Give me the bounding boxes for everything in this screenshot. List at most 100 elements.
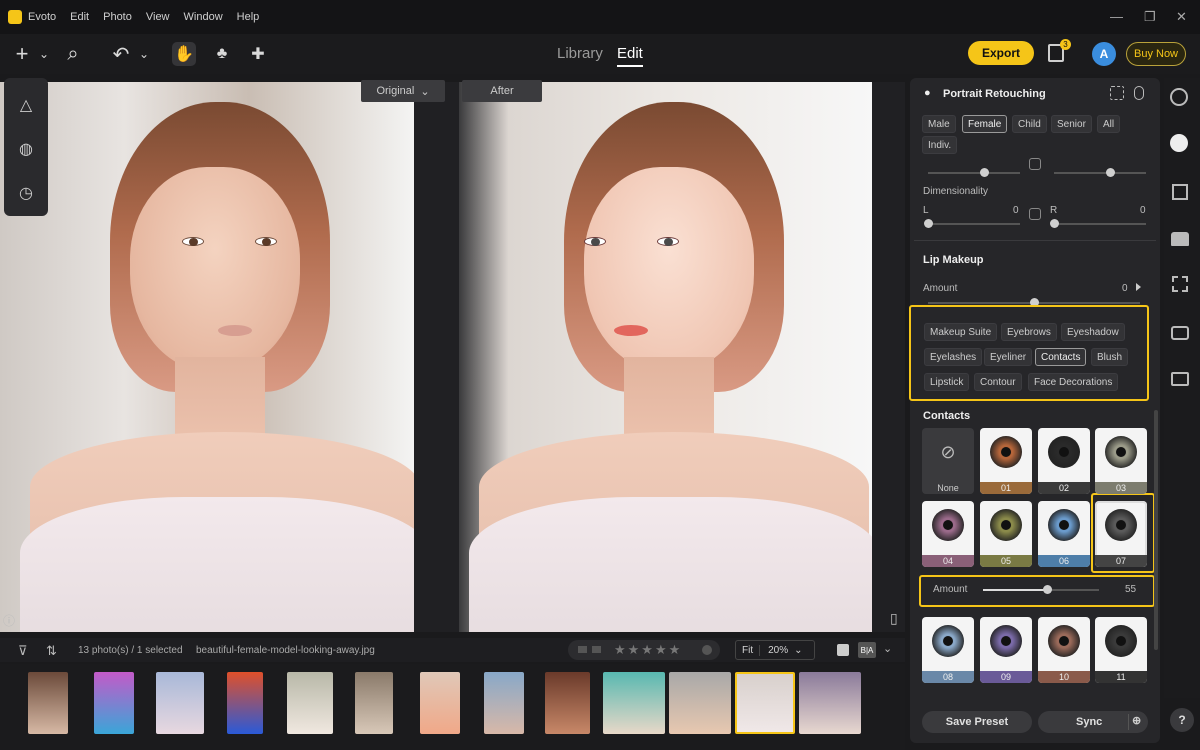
face-detect-icon[interactable] — [1110, 86, 1124, 100]
thumbnail[interactable] — [603, 672, 665, 734]
tab-edit[interactable]: Edit — [617, 45, 643, 67]
export-button[interactable]: Export — [968, 41, 1034, 65]
heal-bandage-icon[interactable]: ✚ — [246, 42, 270, 66]
gender-tab-child[interactable]: Child — [1012, 115, 1047, 133]
menu-view[interactable]: View — [146, 11, 170, 23]
buy-now-button[interactable]: Buy Now — [1126, 42, 1186, 66]
fit-label[interactable]: Fit — [736, 644, 761, 656]
add-icon[interactable]: + — [10, 41, 34, 66]
search-icon[interactable]: ⌕ — [61, 42, 85, 66]
thumbnail[interactable] — [287, 672, 333, 734]
contacts-amount-knob[interactable] — [1043, 585, 1052, 594]
after-photo[interactable] — [459, 82, 872, 632]
slider-knob[interactable] — [980, 168, 989, 177]
filmstrip-collapse-icon[interactable]: ⌄ — [883, 642, 892, 655]
contact-06[interactable]: 06 — [1038, 501, 1090, 567]
info-icon[interactable]: ⓘ — [3, 612, 15, 629]
slider-track[interactable] — [1054, 172, 1146, 174]
slider-knob[interactable] — [1106, 168, 1115, 177]
contact-11[interactable]: 11 — [1095, 617, 1147, 683]
save-preset-button[interactable]: Save Preset — [922, 711, 1032, 733]
shirt-icon[interactable] — [1171, 232, 1189, 246]
contact-01[interactable]: 01 — [980, 428, 1032, 494]
slider-track[interactable] — [928, 172, 1020, 174]
zoom-control[interactable]: Fit 20% ⌄ — [735, 640, 815, 660]
help-icon[interactable]: ? — [1170, 708, 1194, 732]
makeup-tab-lipstick[interactable]: Lipstick — [924, 373, 970, 391]
makeup-tab-eyelashes[interactable]: Eyelashes — [924, 348, 983, 366]
brush-icon[interactable]: ♣ — [210, 42, 234, 66]
before-after-icon[interactable]: B|A — [858, 642, 876, 658]
makeup-tab-contour[interactable]: Contour — [974, 373, 1022, 391]
sync-button[interactable]: Sync ⊕ — [1038, 711, 1148, 733]
gender-tab-indiv[interactable]: Indiv. — [922, 136, 958, 154]
thumbnail[interactable] — [420, 672, 460, 734]
camera-icon[interactable] — [1171, 326, 1189, 340]
undo-icon[interactable]: ↶ — [109, 42, 133, 66]
thumbnail[interactable] — [484, 672, 524, 734]
contact-08[interactable]: 08 — [922, 617, 974, 683]
sort-icon[interactable]: ⇅ — [46, 643, 57, 659]
contact-05[interactable]: 05 — [980, 501, 1032, 567]
menu-window[interactable]: Window — [184, 11, 223, 23]
menu-photo[interactable]: Photo — [103, 11, 132, 23]
adjust-icon[interactable]: △ — [14, 93, 38, 117]
gender-tab-female[interactable]: Female — [962, 115, 1008, 133]
sync-add-icon[interactable]: ⊕ — [1128, 714, 1144, 730]
close-icon[interactable]: ✕ — [1176, 9, 1187, 25]
flag-icon[interactable] — [578, 646, 587, 653]
original-photo[interactable] — [0, 82, 414, 632]
avatar[interactable]: A — [1092, 42, 1116, 66]
thumbnail[interactable] — [669, 672, 731, 734]
minimize-icon[interactable]: — — [1110, 9, 1123, 24]
original-dropdown[interactable]: Original ⌄ — [361, 80, 445, 102]
gender-tab-senior[interactable]: Senior — [1051, 115, 1092, 133]
compare-view-icon[interactable]: ▯ — [890, 610, 898, 627]
makeup-tab-eyeliner[interactable]: Eyeliner — [984, 348, 1033, 366]
link-icon[interactable] — [1134, 86, 1144, 100]
panel-scrollbar[interactable] — [1154, 410, 1158, 650]
gender-tab-male[interactable]: Male — [922, 115, 956, 133]
dim-link-icon[interactable] — [1029, 208, 1041, 220]
thumbnail[interactable] — [355, 672, 393, 734]
star-rating[interactable]: ★★★★★ — [614, 642, 682, 658]
thumbnail[interactable] — [799, 672, 861, 734]
hand-icon[interactable]: ✋ — [172, 42, 196, 66]
undo-chevron-down-icon[interactable]: ⌄ — [132, 42, 156, 66]
contact-02[interactable]: 02 — [1038, 428, 1090, 494]
gender-tab-all[interactable]: All — [1097, 115, 1121, 133]
menu-edit[interactable]: Edit — [70, 11, 89, 23]
single-view-icon[interactable] — [837, 644, 849, 656]
makeup-tab-eyeshadow[interactable]: Eyeshadow — [1061, 323, 1125, 341]
dim-left-knob[interactable] — [924, 219, 933, 228]
link-toggle-icon[interactable] — [1029, 158, 1041, 170]
contact-04[interactable]: 04 — [922, 501, 974, 567]
add-chevron-down-icon[interactable]: ⌄ — [32, 42, 56, 66]
crop-icon[interactable] — [1172, 276, 1188, 292]
dim-left-slider[interactable] — [928, 223, 1020, 225]
menu-help[interactable]: Help — [237, 11, 260, 23]
folder-icon[interactable] — [1171, 372, 1189, 386]
reject-flag-icon[interactable] — [592, 646, 601, 653]
makeup-tab-contacts[interactable]: Contacts — [1035, 348, 1087, 366]
filter-icon[interactable]: ◍ — [14, 137, 38, 161]
contact-10[interactable]: 10 — [1038, 617, 1090, 683]
makeup-tab-face-decorations[interactable]: Face Decorations — [1028, 373, 1119, 391]
thumbnail[interactable] — [227, 672, 263, 734]
thumbnail[interactable] — [545, 672, 590, 734]
history-icon[interactable]: ◷ — [14, 181, 38, 205]
grid-icon[interactable] — [1172, 184, 1188, 200]
face-icon[interactable] — [1170, 134, 1188, 152]
contact-07[interactable]: 07 — [1095, 501, 1147, 567]
contact-09[interactable]: 09 — [980, 617, 1032, 683]
palette-icon[interactable] — [1170, 88, 1188, 106]
dim-right-knob[interactable] — [1050, 219, 1059, 228]
thumbnail-selected[interactable] — [735, 672, 795, 734]
filter-funnel-icon[interactable]: ⊽ — [18, 643, 28, 659]
makeup-tab-blush[interactable]: Blush — [1091, 348, 1129, 366]
makeup-tab-eyebrows[interactable]: Eyebrows — [1001, 323, 1057, 341]
thumbnail[interactable] — [94, 672, 134, 734]
maximize-icon[interactable]: ❐ — [1144, 9, 1156, 25]
contact-none[interactable]: ⊘ None — [922, 428, 974, 494]
makeup-tab-makeup-suite[interactable]: Makeup Suite — [924, 323, 998, 341]
